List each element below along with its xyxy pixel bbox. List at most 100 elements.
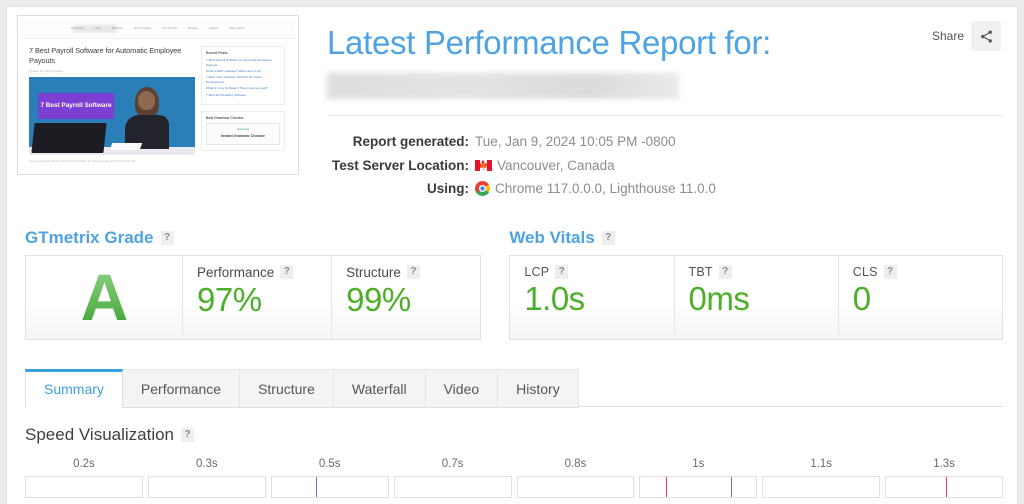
thumbnail-sidebar-link[interactable]: What is ERP software? What does it do? (206, 69, 280, 74)
tab-performance[interactable]: Performance (123, 369, 240, 408)
performance-label: Performance (197, 265, 274, 280)
onload-marker (731, 477, 732, 497)
filmstrip-frame[interactable]: 0.2s (25, 458, 143, 498)
filmstrip-tick-label: 1s (639, 458, 757, 476)
thumbnail-sidebar-link[interactable]: 7 Best Unity Software 2023 for 3D Game D… (206, 75, 280, 85)
help-icon[interactable]: ? (407, 265, 420, 279)
filmstrip-frame[interactable]: 1.3s (885, 458, 1003, 498)
filmstrip-tick-label: 1.3s (885, 458, 1003, 476)
filmstrip-tick-label: 0.3s (148, 458, 266, 476)
share-icon[interactable] (971, 21, 1001, 51)
thumbnail-ad-heading: Best Grammar Checker (206, 116, 280, 120)
structure-label: Structure (346, 265, 401, 280)
report-tabs-wrap: Summary Performance Structure Waterfall … (7, 368, 1017, 407)
using-value: Chrome 117.0.0.0, Lighthouse 11.0.0 (495, 177, 716, 200)
thumbnail-nav-item: Business (112, 27, 123, 30)
thumbnail-ad-card: Best Grammar Checker grammarly Instant G… (201, 111, 285, 151)
metadata-row-using: Using: Chrome 117.0.0.0, Lighthouse 11.0… (327, 177, 1003, 200)
filmstrip-tick-label: 0.7s (394, 458, 512, 476)
hero-person-head-shape (138, 91, 155, 110)
gtmetrix-grade-panel: GTmetrix Grade ? A Performance ? 97% Str… (25, 228, 481, 340)
filmstrip-tick-label: 1.1s (762, 458, 880, 476)
web-vitals-title: Web Vitals (509, 228, 594, 248)
lcp-value: 1.0s (524, 280, 673, 319)
help-icon[interactable]: ? (602, 231, 615, 245)
cls-card: CLS ? 0 (838, 256, 1002, 339)
thumbnail-sidebar-heading: Recent Posts (206, 51, 280, 55)
thumbnail-sidebar-link[interactable]: 7 Best Payroll Software for Automatic Em… (206, 58, 280, 68)
filmstrip-thumb[interactable] (885, 476, 1003, 498)
tab-waterfall[interactable]: Waterfall (334, 369, 426, 408)
filmstrip-thumb[interactable] (25, 476, 143, 498)
test-server-location-value: Vancouver, Canada (497, 154, 615, 177)
filmstrip-thumb[interactable] (271, 476, 389, 498)
thumbnail-nav-item: Tips & Tricks (162, 27, 177, 30)
thumbnail-hero-image: 7 Best Payroll Software (29, 77, 195, 155)
performance-value: 97% (197, 281, 331, 320)
share-control[interactable]: Share (932, 21, 1001, 51)
help-icon[interactable]: ? (280, 265, 293, 279)
tbt-label: TBT (689, 265, 713, 279)
site-screenshot-thumbnail[interactable]: Technology Apps Business How To Guides T… (17, 15, 299, 175)
metadata-key: Using: (327, 177, 475, 200)
thumbnail-article: 7 Best Payroll Software for Automatic Em… (29, 46, 195, 163)
tab-history[interactable]: History (498, 369, 579, 408)
tab-structure[interactable]: Structure (240, 369, 334, 408)
metadata-value: Chrome 117.0.0.0, Lighthouse 11.0.0 (475, 177, 716, 200)
filmstrip-frame[interactable]: 0.5s (271, 458, 389, 498)
thumbnail-ad-box[interactable]: grammarly Instant Grammar Checker (206, 123, 280, 145)
help-icon[interactable]: ? (555, 265, 568, 279)
filmstrip-frame[interactable]: 0.7s (394, 458, 512, 498)
page-title: Latest Performance Report for: (327, 25, 1003, 61)
filmstrip-frame[interactable]: 0.8s (517, 458, 635, 498)
grade-cards: A Performance ? 97% Structure ? 99% (25, 255, 481, 340)
tab-video[interactable]: Video (426, 369, 499, 408)
structure-card: Structure ? 99% (331, 256, 480, 339)
share-label: Share (932, 29, 964, 43)
report-generated-value: Tue, Jan 9, 2024 10:05 PM -0800 (475, 130, 676, 153)
thumbnail-sidebar-link[interactable]: 7 Best 3D Modeling Software (206, 93, 280, 98)
filmstrip-thumb[interactable] (148, 476, 266, 498)
lcp-label: LCP (524, 265, 549, 279)
filmstrip-frame[interactable]: 1s (639, 458, 757, 498)
thumbnail-nav-item: Apps (95, 27, 101, 30)
structure-value: 99% (346, 281, 480, 320)
fully-loaded-marker (946, 477, 947, 497)
help-icon[interactable]: ? (181, 428, 194, 442)
thumbnail-recent-posts-card: Recent Posts 7 Best Payroll Software for… (201, 46, 285, 105)
help-icon[interactable]: ? (719, 265, 732, 279)
thumbnail-article-title: 7 Best Payroll Software for Automatic Em… (29, 46, 195, 66)
grade-letter: A (81, 264, 128, 330)
filmstrip-tick-label: 0.2s (25, 458, 143, 476)
thumbnail-nav-item: Reviews (188, 27, 198, 30)
thumbnail-nav-item: How To Guides (134, 27, 152, 30)
help-icon[interactable]: ? (161, 231, 174, 245)
filmstrip-thumb[interactable] (517, 476, 635, 498)
performance-label-row: Performance ? (197, 265, 331, 280)
filmstrip-thumb[interactable] (762, 476, 880, 498)
gtmetrix-grade-heading: GTmetrix Grade ? (25, 228, 481, 248)
header-divider (327, 115, 1003, 116)
lcp-card: LCP ? 1.0s (510, 256, 673, 339)
filmstrip-frame[interactable]: 1.1s (762, 458, 880, 498)
thumbnail-sidebar-link[interactable]: What is Unity Software? How it can be us… (206, 86, 280, 91)
report-url-redacted (327, 73, 679, 99)
hero-laptop-shape (31, 123, 106, 153)
gtmetrix-grade-title: GTmetrix Grade (25, 228, 154, 248)
cls-value: 0 (853, 280, 1002, 319)
hero-paper-shape (110, 143, 143, 150)
report-metadata: Report generated: Tue, Jan 9, 2024 10:05… (327, 130, 1003, 200)
structure-label-row: Structure ? (346, 265, 480, 280)
vitals-cards: LCP ? 1.0s TBT ? 0ms CLS ? (509, 255, 1003, 340)
filmstrip-frame[interactable]: 0.3s (148, 458, 266, 498)
speed-visualization-heading: Speed Visualization ? (25, 425, 1003, 445)
metadata-value: Tue, Jan 9, 2024 10:05 PM -0800 (475, 130, 676, 153)
tab-summary[interactable]: Summary (25, 369, 123, 408)
filmstrip-thumb[interactable] (639, 476, 757, 498)
filmstrip-tick-label: 0.8s (517, 458, 635, 476)
gtmetrix-report-page: Technology Apps Business How To Guides T… (6, 6, 1018, 504)
filmstrip-thumb[interactable] (394, 476, 512, 498)
tbt-label-row: TBT ? (689, 265, 838, 279)
help-icon[interactable]: ? (884, 265, 897, 279)
metadata-row-generated: Report generated: Tue, Jan 9, 2024 10:05… (327, 130, 1003, 153)
